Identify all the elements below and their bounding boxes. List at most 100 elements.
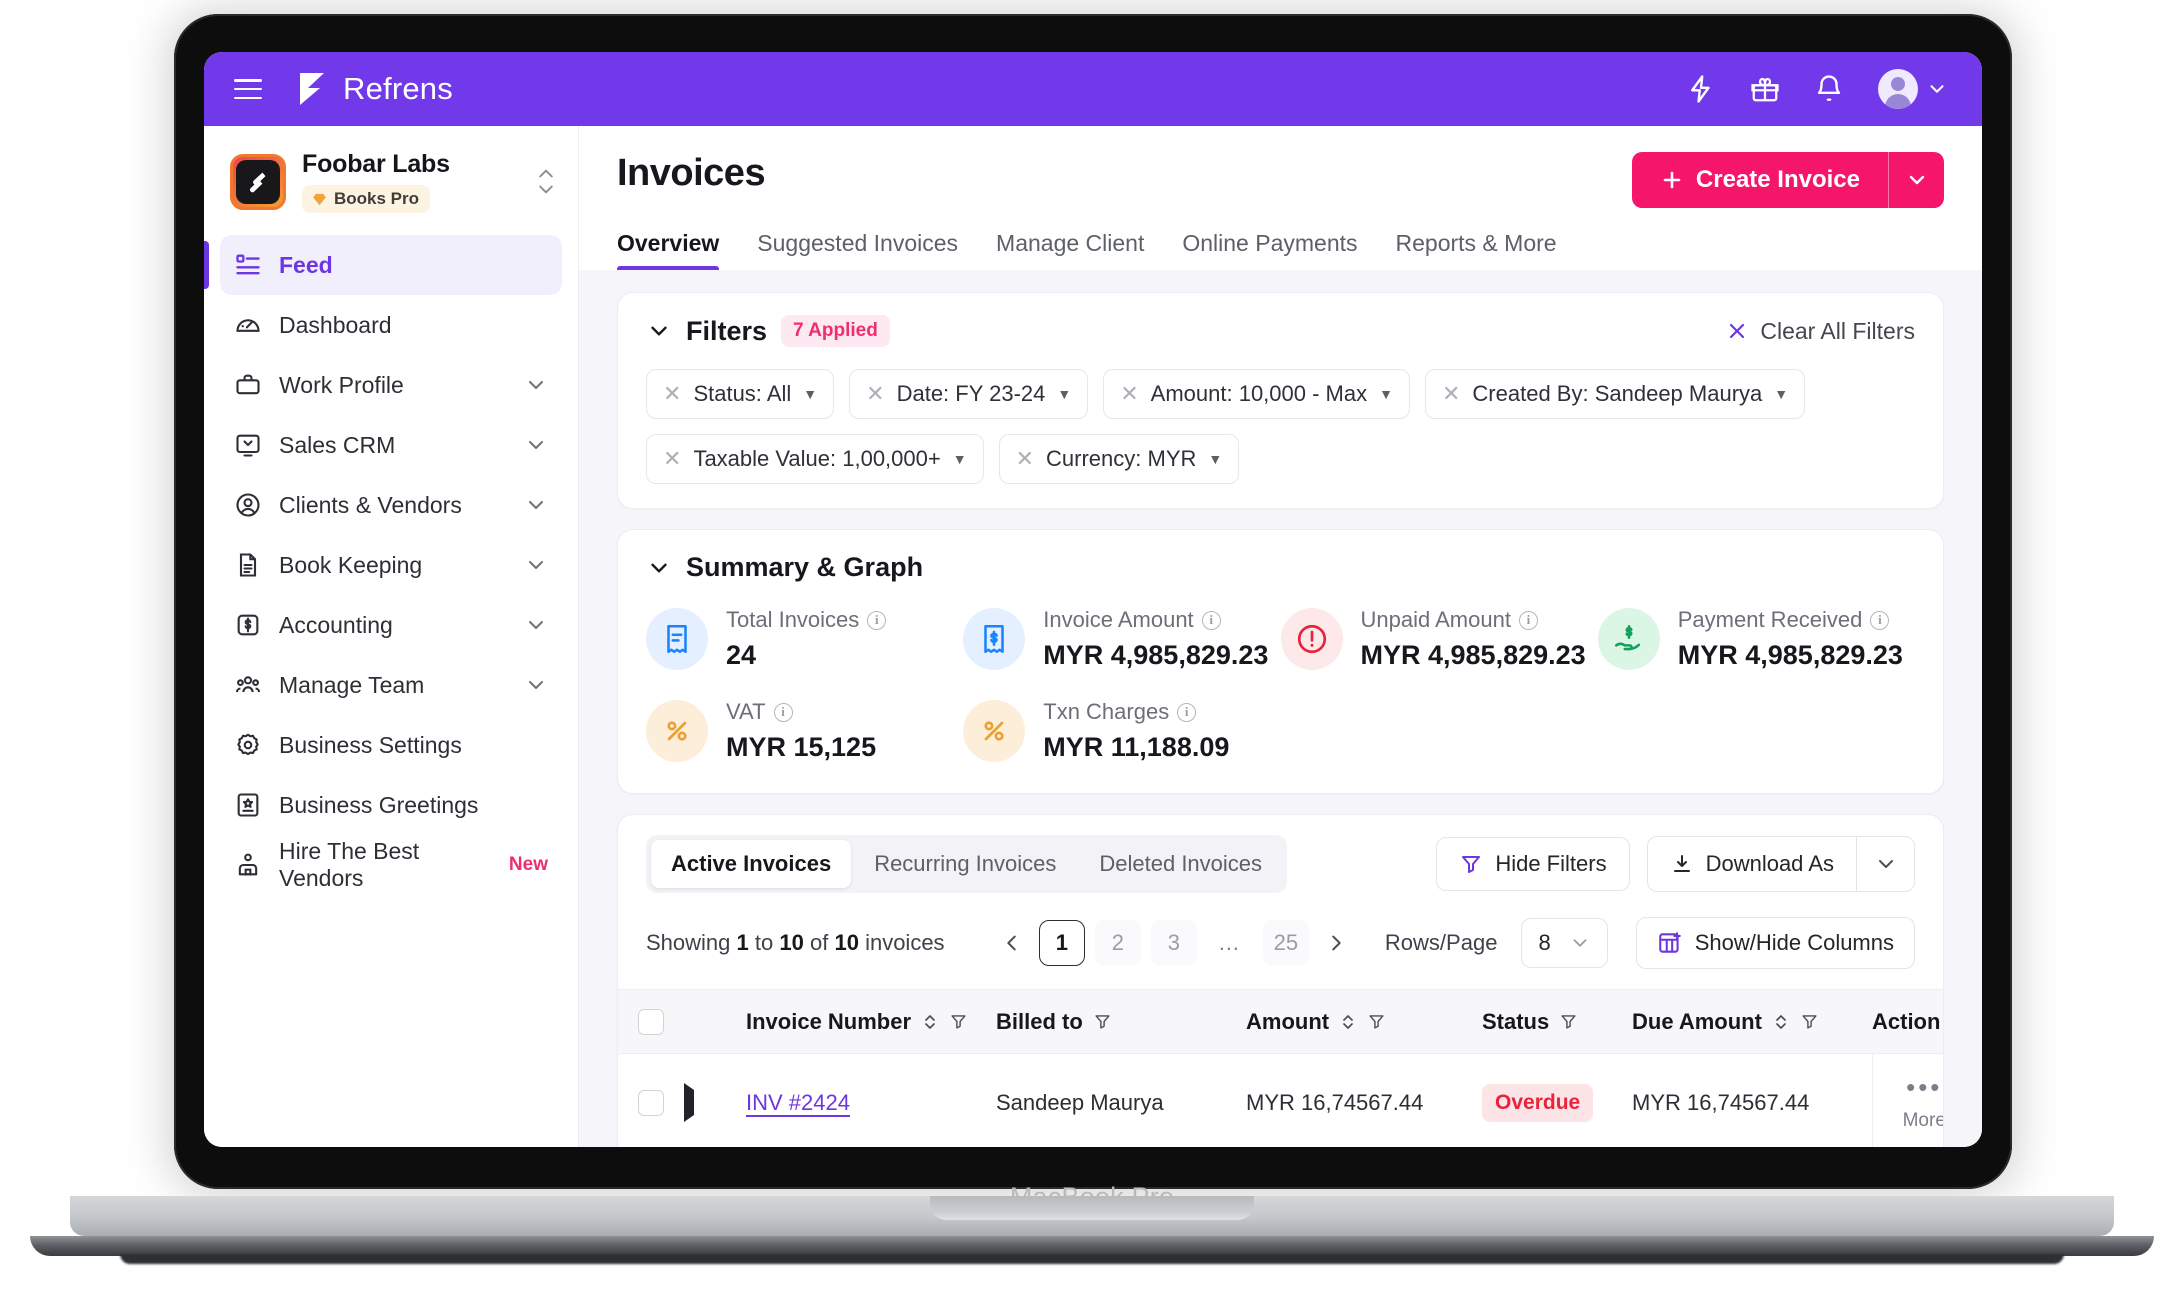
sort-icon[interactable] (921, 1012, 939, 1032)
pagination-next-button[interactable] (1319, 923, 1353, 963)
sidebar-nav: Feed Dashboard Work Profile Sales CRM Cl… (204, 231, 578, 895)
filter-icon[interactable] (1800, 1012, 1819, 1031)
people-icon (235, 676, 261, 693)
close-icon (1730, 323, 1745, 339)
refrens-logo-icon (300, 73, 324, 105)
chevron-down-icon[interactable] (524, 373, 548, 397)
sort-icon[interactable] (1339, 1012, 1357, 1032)
sidebar-item-manage-team[interactable]: Manage Team (220, 655, 562, 715)
more-actions-icon[interactable]: ••• (1873, 1074, 1944, 1100)
card-icon (237, 793, 259, 817)
sidebar-item-label: Clients & Vendors (279, 491, 462, 518)
tab-reports-more[interactable]: Reports & More (1396, 230, 1557, 270)
segment-deleted-invoices[interactable]: Deleted Invoices (1079, 840, 1282, 888)
sidebar-item-clients-vendors[interactable]: Clients & Vendors (220, 475, 562, 535)
filter-chip-currency[interactable]: ✕ Currency: MYR ▼ (998, 434, 1240, 484)
select-all-checkbox[interactable] (638, 1008, 664, 1035)
remove-filter-icon[interactable]: ✕ (663, 383, 681, 405)
row-checkbox[interactable] (638, 1090, 664, 1116)
info-icon[interactable]: i (1177, 702, 1197, 722)
tab-overview[interactable]: Overview (617, 230, 720, 270)
chevron-down-icon[interactable] (524, 493, 548, 517)
info-icon[interactable]: i (1870, 610, 1890, 630)
pagination-page-3[interactable]: 3 (1150, 920, 1197, 966)
invoice-number-link[interactable]: INV #2424 (746, 1090, 850, 1115)
page-header: Invoices Create Invoice Overview Suggest… (579, 126, 1982, 270)
sidebar-item-work-profile[interactable]: Work Profile (220, 355, 562, 415)
chevron-down-icon[interactable] (524, 553, 548, 577)
download-as-dropdown-button[interactable] (1856, 837, 1914, 891)
org-switcher[interactable]: Foobar Labs Books Pro (204, 126, 578, 231)
remove-filter-icon[interactable]: ✕ (1442, 383, 1460, 405)
table-row[interactable]: INV #2424 Sandeep Maurya MYR 16,74567.44… (618, 1053, 1944, 1147)
chevron-down-icon[interactable] (524, 673, 548, 697)
remove-filter-icon[interactable]: ✕ (866, 383, 884, 405)
segment-active-invoices[interactable]: Active Invoices (651, 840, 852, 888)
segment-recurring-invoices[interactable]: Recurring Invoices (854, 840, 1076, 888)
filter-icon[interactable] (949, 1012, 968, 1031)
filter-chip-date[interactable]: ✕ Date: FY 23-24 ▼ (849, 369, 1089, 419)
tab-online-payments[interactable]: Online Payments (1182, 230, 1357, 270)
sidebar-item-accounting[interactable]: Accounting (220, 595, 562, 655)
laptop-screen: Refrens Foobar Labs Books Pro Feed Dashb… (204, 52, 1982, 1147)
sort-icon[interactable] (1772, 1012, 1790, 1032)
expand-row-icon[interactable] (684, 1083, 694, 1122)
laptop-foot-shadow (120, 1254, 2064, 1264)
info-icon[interactable]: i (1518, 610, 1538, 630)
filter-chip-taxable-value[interactable]: ✕ Taxable Value: 1,00,000+ ▼ (646, 434, 984, 484)
segment-label: Active Invoices (671, 851, 832, 876)
rows-per-page-select[interactable]: 8 (1521, 918, 1608, 968)
create-invoice-button[interactable]: Create Invoice (1632, 152, 1888, 208)
clear-all-filters-button[interactable]: Clear All Filters (1725, 318, 1915, 345)
cell-expand (684, 1053, 746, 1147)
invoice-type-segmented-control: Active Invoices Recurring Invoices Delet… (646, 835, 1288, 893)
bell-icon[interactable] (1814, 74, 1844, 104)
remove-filter-icon[interactable]: ✕ (1016, 448, 1034, 470)
topbar-actions (1686, 69, 1948, 109)
summary-collapse-toggle[interactable]: Summary & Graph (646, 552, 1915, 583)
th-status: Status (1482, 989, 1632, 1054)
org-switch-chevrons-icon[interactable] (536, 168, 556, 195)
info-icon[interactable]: i (867, 610, 887, 630)
pagination-page-2[interactable]: 2 (1094, 920, 1141, 966)
show-hide-columns-button[interactable]: Show/Hide Columns (1635, 917, 1915, 969)
sidebar-item-business-settings[interactable]: Business Settings (220, 715, 562, 775)
filter-chip-created-by[interactable]: ✕ Created By: Sandeep Maurya ▼ (1424, 369, 1806, 419)
avatar-menu[interactable] (1878, 69, 1948, 109)
sidebar-item-feed[interactable]: Feed (204, 235, 562, 295)
filter-chip-amount[interactable]: ✕ Amount: 10,000 - Max ▼ (1103, 369, 1410, 419)
filters-collapse-toggle[interactable]: Filters 7 Applied (646, 315, 890, 347)
sidebar-item-book-keeping[interactable]: Book Keeping (220, 535, 562, 595)
tab-manage-client[interactable]: Manage Client (996, 230, 1144, 270)
sidebar-item-dashboard[interactable]: Dashboard (220, 295, 562, 355)
filter-icon[interactable] (1559, 1012, 1578, 1031)
sidebar-item-business-greetings[interactable]: Business Greetings (220, 775, 562, 835)
gear-icon (237, 733, 259, 756)
pagination-page-25[interactable]: 25 (1262, 920, 1309, 966)
filter-chip-label: Status: All (693, 381, 792, 406)
filter-icon[interactable] (1367, 1012, 1386, 1031)
brand-logo-link[interactable]: Refrens (294, 71, 453, 107)
hamburger-menu-icon[interactable] (234, 79, 262, 99)
create-invoice-dropdown-button[interactable] (1888, 152, 1944, 208)
tab-suggested-invoices[interactable]: Suggested Invoices (757, 230, 958, 270)
remove-filter-icon[interactable]: ✕ (663, 448, 681, 470)
info-icon[interactable]: i (1201, 610, 1221, 630)
gift-icon[interactable] (1750, 74, 1780, 104)
sidebar-item-sales-crm[interactable]: Sales CRM (220, 415, 562, 475)
pagination-prev-button[interactable] (995, 923, 1029, 963)
lightning-icon[interactable] (1686, 74, 1716, 104)
diamond-icon (313, 193, 326, 205)
info-icon[interactable]: i (773, 702, 793, 722)
download-icon (1673, 855, 1690, 872)
download-as-button[interactable]: Download As (1648, 837, 1856, 891)
chevron-down-icon[interactable] (524, 433, 548, 457)
filter-icon[interactable] (1093, 1012, 1112, 1031)
org-logo (230, 153, 286, 210)
filter-chip-status[interactable]: ✕ Status: All ▼ (646, 369, 835, 419)
sidebar-item-hire-the-best-vendors[interactable]: Hire The Best Vendors New (220, 835, 562, 895)
pagination-page-1[interactable]: 1 (1038, 920, 1085, 966)
hide-filters-button[interactable]: Hide Filters (1436, 837, 1630, 891)
chevron-down-icon[interactable] (524, 613, 548, 637)
remove-filter-icon[interactable]: ✕ (1120, 383, 1138, 405)
